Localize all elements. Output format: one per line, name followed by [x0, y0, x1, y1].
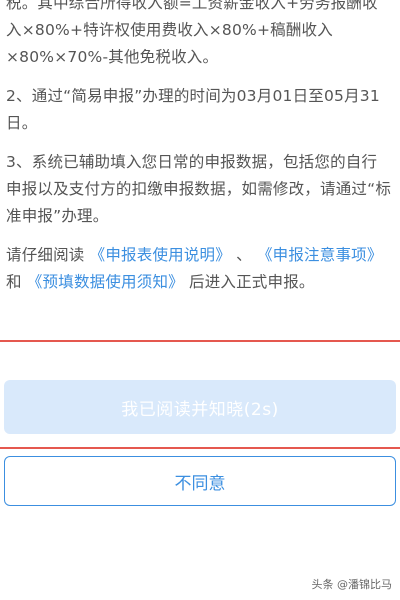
agree-button[interactable]: 我已阅读并知晓(2s) — [4, 380, 396, 434]
notice-paragraph-2: 2、通过“简易申报”办理的时间为03月01日至05月31日。 — [6, 87, 380, 132]
read-suffix: 后进入正式申报。 — [189, 273, 315, 291]
highlight-line-bottom — [0, 447, 400, 449]
separator-and: 和 — [6, 273, 22, 291]
declaration-notes-link[interactable]: 《申报注意事项》 — [257, 246, 383, 264]
notice-paragraph-3: 3、系统已辅助填入您日常的申报数据，包括您的自行申报以及支付方的扣缴申报数据，如… — [6, 153, 392, 225]
highlight-line-top — [0, 340, 400, 342]
notice-paragraph-1: 税。其中综合所得收入额=工资薪金收入+劳务报酬收入×80%+特许权使用费收入×8… — [6, 0, 378, 66]
read-prefix: 请仔细阅读 — [6, 246, 85, 264]
prefilled-data-notice-link[interactable]: 《预填数据使用须知》 — [27, 273, 184, 291]
disagree-button[interactable]: 不同意 — [4, 456, 396, 506]
watermark: 头条 @潘锦比马 — [311, 578, 393, 591]
separator-comma: 、 — [236, 246, 252, 264]
declaration-form-guide-link[interactable]: 《申报表使用说明》 — [90, 246, 231, 264]
notice-content: 税。其中综合所得收入额=工资薪金收入+劳务报酬收入×80%+特许权使用费收入×8… — [0, 0, 400, 308]
notice-read-instruction: 请仔细阅读 《申报表使用说明》 、 《申报注意事项》 和 《预填数据使用须知》 … — [6, 242, 392, 296]
